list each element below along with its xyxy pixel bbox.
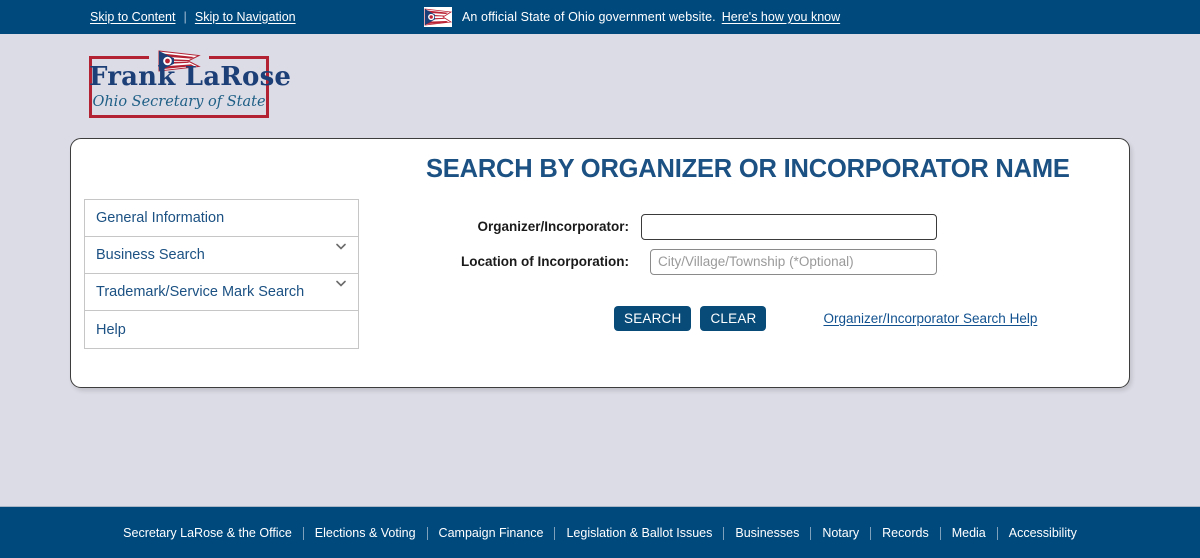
footer-link-businesses[interactable]: Businesses: [724, 526, 810, 540]
skip-links-divider: |: [183, 9, 187, 24]
site-logo[interactable]: Frank LaRose Ohio Secretary of State: [89, 48, 292, 118]
footer-link-campaign-finance[interactable]: Campaign Finance: [428, 526, 555, 540]
footer-link-records[interactable]: Records: [871, 526, 940, 540]
footer-link-secretary-larose-the-office[interactable]: Secretary LaRose & the Office: [112, 526, 303, 540]
chevron-down-icon[interactable]: [336, 243, 346, 251]
sidebar-item-help[interactable]: Help: [85, 311, 358, 348]
organizer-incorporator-search-help-link[interactable]: Organizer/Incorporator Search Help: [823, 311, 1037, 326]
organizer-input[interactable]: [641, 213, 937, 240]
location-form-row: Location of Incorporation:: [426, 244, 937, 279]
page-title: SEARCH BY ORGANIZER OR INCORPORATOR NAME: [426, 155, 1070, 183]
skip-links-group: Skip to Content | Skip to Navigation: [90, 9, 296, 24]
notice-text: An official State of Ohio government web…: [462, 10, 716, 24]
sidebar-item-label: Help: [96, 321, 126, 338]
footer-link-legislation-ballot-issues[interactable]: Legislation & Ballot Issues: [555, 526, 723, 540]
official-site-notice: An official State of Ohio government web…: [424, 7, 840, 27]
footer-link-accessibility[interactable]: Accessibility: [998, 526, 1088, 540]
sidebar-item-general-information[interactable]: General Information: [85, 200, 358, 237]
logo-name-text: Frank LaRose: [89, 62, 292, 92]
sidebar-item-label: General Information: [96, 210, 225, 226]
skip-to-content-link[interactable]: Skip to Content: [90, 10, 175, 24]
official-site-notice-text: An official State of Ohio government web…: [462, 10, 840, 24]
form-actions: SEARCH CLEAR Organizer/Incorporator Sear…: [614, 306, 1037, 331]
footer-link-media[interactable]: Media: [941, 526, 997, 540]
ohio-flag-icon: [424, 7, 452, 27]
sidebar-item-trademark-service-mark-search[interactable]: Trademark/Service Mark Search: [85, 274, 358, 311]
footer-navigation: Secretary LaRose & the Office Elections …: [0, 526, 1200, 540]
heres-how-you-know-link[interactable]: Here's how you know: [722, 10, 840, 24]
organizer-label: Organizer/Incorporator:: [477, 219, 629, 234]
clear-button[interactable]: CLEAR: [700, 306, 767, 331]
sidebar-navigation: General Information Business Search Trad…: [84, 199, 359, 349]
footer-link-elections-voting[interactable]: Elections & Voting: [304, 526, 427, 540]
location-input[interactable]: [650, 248, 937, 275]
location-label: Location of Incorporation:: [461, 254, 629, 269]
footer-link-notary[interactable]: Notary: [811, 526, 870, 540]
main-content-card: SEARCH BY ORGANIZER OR INCORPORATOR NAME…: [70, 138, 1130, 388]
sidebar-item-business-search[interactable]: Business Search: [85, 237, 358, 274]
organizer-form-row: Organizer/Incorporator:: [426, 209, 937, 244]
site-footer: Secretary LaRose & the Office Elections …: [0, 506, 1200, 558]
search-button[interactable]: SEARCH: [614, 306, 692, 331]
chevron-down-icon[interactable]: [336, 280, 346, 288]
government-banner: Skip to Content | Skip to Navigation An …: [0, 0, 1200, 34]
skip-to-navigation-link[interactable]: Skip to Navigation: [195, 10, 296, 24]
sidebar-item-label: Business Search: [96, 247, 205, 263]
sidebar-item-label: Trademark/Service Mark Search: [96, 284, 305, 300]
search-form: Organizer/Incorporator: Location of Inco…: [426, 209, 937, 279]
logo-subtitle-text: Ohio Secretary of State: [92, 94, 266, 110]
